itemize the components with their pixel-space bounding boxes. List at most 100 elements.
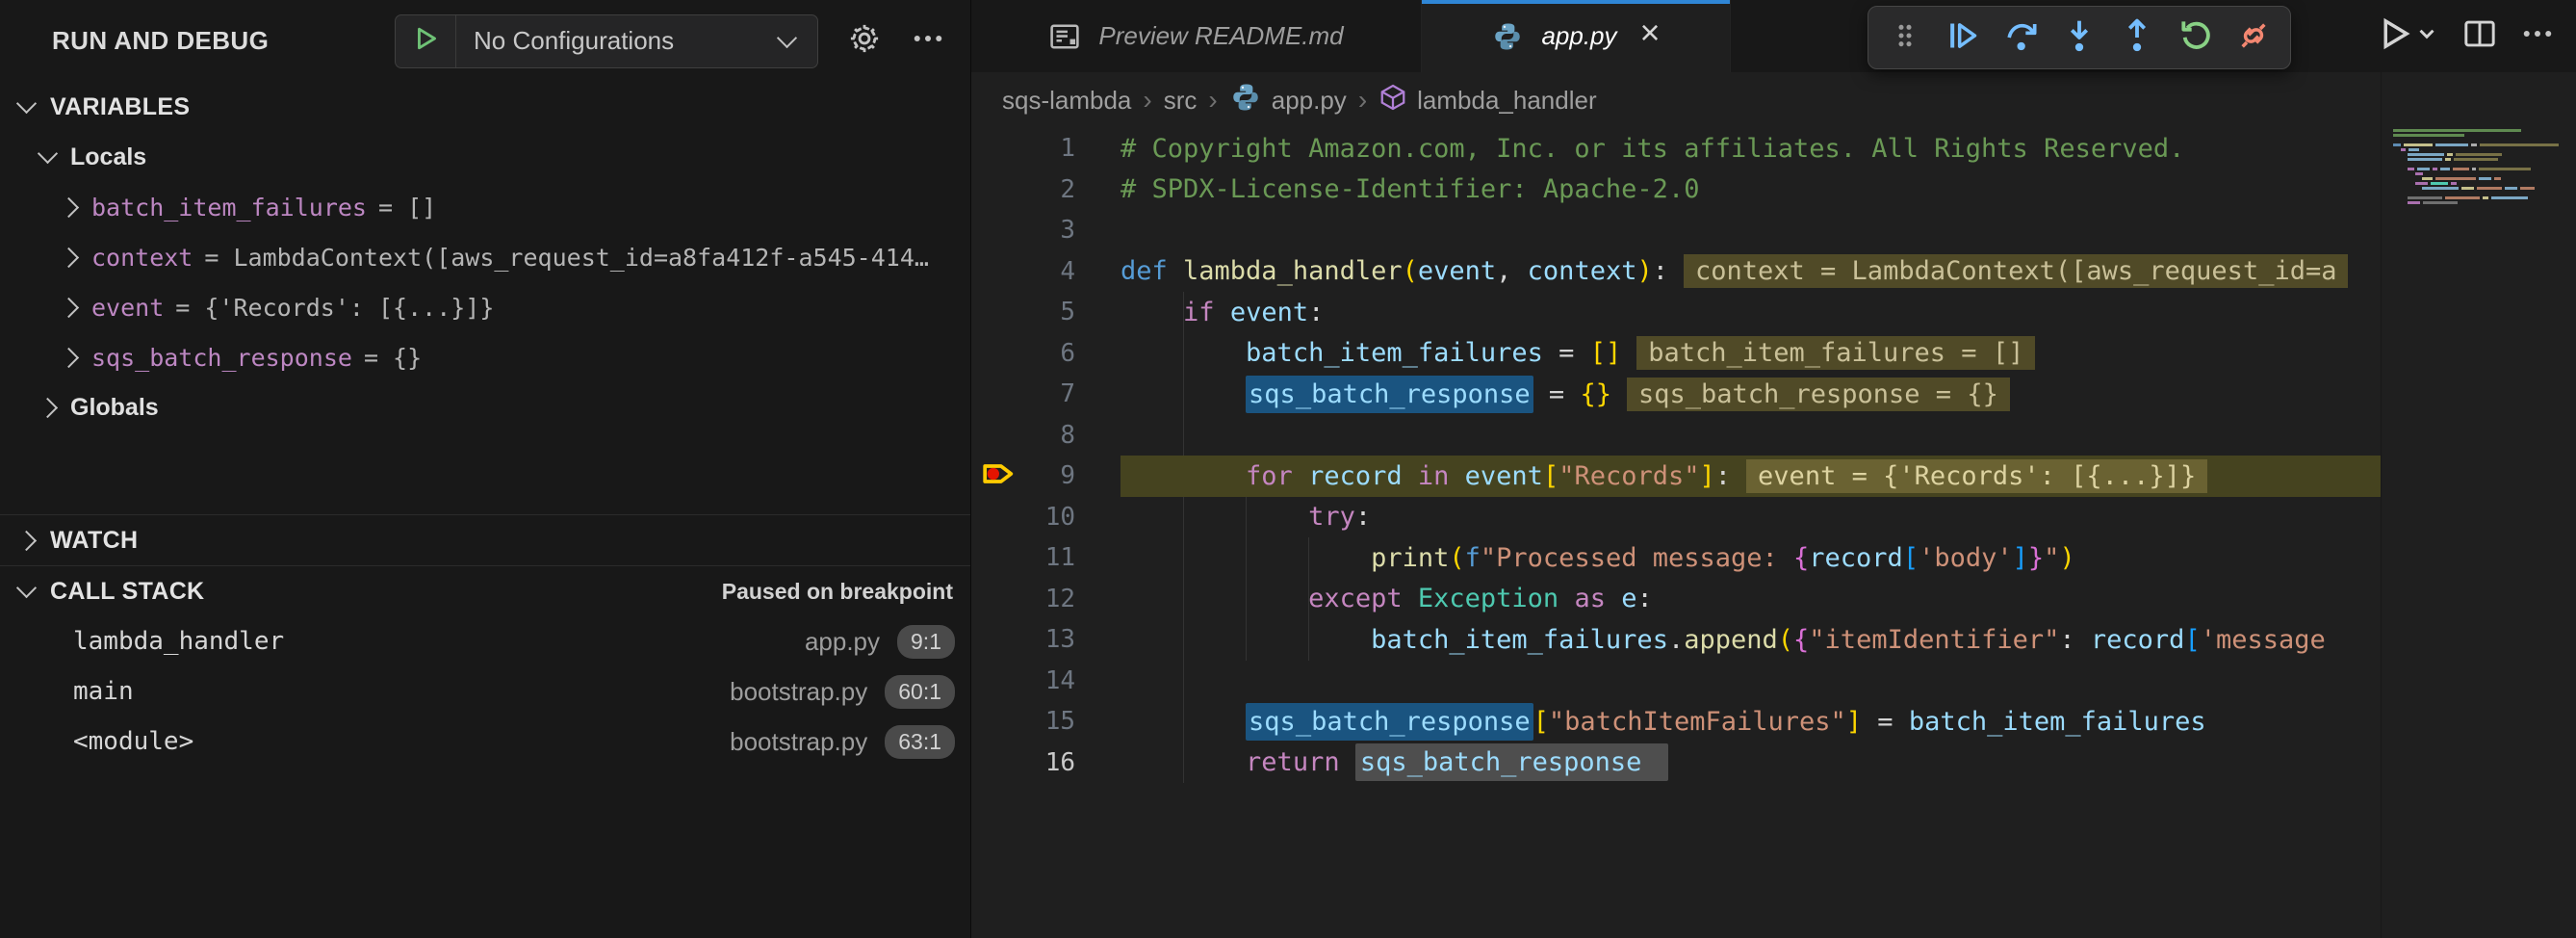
variable-row-event[interactable]: event= {'Records': [{...}]} [0, 282, 970, 332]
code-text[interactable]: for record in event["Records"]:event = {… [1075, 459, 2207, 493]
breadcrumb-item-lambda-handler[interactable]: lambda_handler [1378, 83, 1596, 118]
code-text[interactable]: def lambda_handler(event, context):conte… [1075, 254, 2348, 288]
line-number[interactable]: 2 [1027, 175, 1075, 204]
code-token: = [1543, 338, 1590, 368]
breadcrumb-item-app-py[interactable]: app.py [1229, 81, 1347, 120]
start-debugging-button[interactable] [396, 15, 456, 67]
line-number[interactable]: 13 [1027, 625, 1075, 654]
scope-row-globals[interactable]: Globals [0, 382, 970, 432]
chevron-right-icon [16, 530, 37, 550]
indent [1121, 338, 1246, 368]
code-token: : [1715, 461, 1731, 491]
code-line: 6 batch_item_failures = []batch_item_fai… [971, 333, 2381, 375]
code-text[interactable]: if event: [1075, 298, 1324, 327]
scope-row-locals[interactable]: Locals [0, 132, 970, 182]
debug-toolbar [1868, 6, 2291, 69]
code-text[interactable]: try: [1075, 502, 1371, 532]
chevron-down-icon[interactable] [2414, 21, 2439, 51]
variable-row-batch_item_failures[interactable]: batch_item_failures= [] [0, 182, 970, 232]
variable-row-context[interactable]: context= LambdaContext([aws_request_id=a… [0, 232, 970, 282]
code-text[interactable]: sqs_batch_response = {}sqs_batch_respons… [1075, 376, 2010, 413]
line-number[interactable]: 9 [1027, 461, 1075, 490]
gear-icon[interactable] [847, 21, 882, 61]
code-text[interactable]: sqs_batch_response["batchItemFailures"] … [1075, 703, 2206, 741]
minimap-segment [2431, 182, 2448, 185]
minimap-segment [2433, 168, 2437, 170]
continue-icon [1944, 16, 1982, 60]
tab-preview-readme-md[interactable]: Preview README.md [971, 0, 1422, 72]
more-actions-icon[interactable] [911, 21, 945, 61]
code-token: [ [2184, 625, 2200, 655]
close-icon[interactable]: × [1635, 21, 1661, 51]
breakpoint-gutter[interactable] [971, 454, 1027, 499]
code-text[interactable]: return sqs_batch_response [1075, 743, 1668, 781]
minimap-segment [2479, 177, 2491, 180]
tab-app-py[interactable]: app.py× [1422, 0, 1731, 72]
code-text[interactable]: print(f"Processed message: {record['body… [1075, 543, 2075, 573]
play-icon [411, 22, 440, 60]
stack-frame-row[interactable]: mainbootstrap.py60:1 [0, 666, 970, 717]
line-number[interactable]: 12 [1027, 585, 1075, 613]
split-editor-button[interactable] [2462, 16, 2497, 56]
code-text[interactable]: batch_item_failures.append({"itemIdentif… [1075, 625, 2326, 655]
variable-row-sqs_batch_response[interactable]: sqs_batch_response= {} [0, 332, 970, 382]
line-number[interactable]: 8 [1027, 421, 1075, 450]
breadcrumb-item-sqs-lambda[interactable]: sqs-lambda [1002, 86, 1131, 116]
code-token: : [2059, 625, 2091, 655]
line-number[interactable]: 1 [1027, 134, 1075, 163]
chevron-right-icon [59, 297, 79, 317]
line-number[interactable]: 11 [1027, 543, 1075, 572]
frame-position-badge: 9:1 [897, 625, 955, 659]
line-number[interactable]: 6 [1027, 339, 1075, 368]
line-number[interactable]: 16 [1027, 748, 1075, 777]
line-number[interactable]: 14 [1027, 666, 1075, 695]
code-text[interactable]: # SPDX-License-Identifier: Apache-2.0 [1075, 174, 1699, 204]
call-stack-panel: CALL STACK Paused on breakpoint lambda_h… [0, 565, 970, 767]
minimap-segment [2447, 153, 2453, 156]
breadcrumb-label: lambda_handler [1417, 86, 1596, 116]
breadcrumb-label: app.py [1272, 86, 1347, 116]
code-token: for [1246, 461, 1308, 491]
line-number[interactable]: 4 [1027, 257, 1075, 286]
variable-value: = {'Records': [{...}]} [175, 294, 494, 322]
code-token: record [1308, 461, 1403, 491]
disconnect-button[interactable] [2228, 13, 2279, 63]
breadcrumb-label: sqs-lambda [1002, 86, 1131, 116]
stack-frame-row[interactable]: <module>bootstrap.py63:1 [0, 717, 970, 767]
toolbar-drag-handle[interactable] [1880, 13, 1930, 63]
code-token: if [1183, 298, 1230, 327]
call-stack-section-header[interactable]: CALL STACK Paused on breakpoint [0, 566, 970, 616]
ellipsis-icon [2520, 16, 2555, 56]
chevron-down-icon [16, 578, 37, 598]
code-token: { [1793, 543, 1809, 573]
code-area[interactable]: 1# Copyright Amazon.com, Inc. or its aff… [971, 128, 2381, 938]
variables-section-header[interactable]: VARIABLES [0, 82, 970, 132]
breadcrumb: sqs-lambda›src›app.py›lambda_handler [971, 72, 2576, 128]
line-number[interactable]: 7 [1027, 379, 1075, 408]
run-python-file-button[interactable] [2374, 13, 2439, 59]
line-number[interactable]: 15 [1027, 707, 1075, 736]
editor-group: Preview README.mdapp.py× sqs-lambda›src›… [971, 0, 2576, 938]
variable-value: = LambdaContext([aws_request_id=a8fa412f… [204, 244, 929, 272]
code-token: [ [1903, 543, 1919, 573]
step-out-button[interactable] [2112, 13, 2162, 63]
stack-frame-row[interactable]: lambda_handlerapp.py9:1 [0, 616, 970, 666]
breadcrumb-item-src[interactable]: src [1164, 86, 1198, 116]
continue-button[interactable] [1938, 13, 1988, 63]
restart-button[interactable] [2171, 13, 2221, 63]
line-number[interactable]: 10 [1027, 503, 1075, 532]
line-number[interactable]: 3 [1027, 216, 1075, 245]
step-over-button[interactable] [1996, 13, 2047, 63]
watch-section-header[interactable]: WATCH [0, 515, 970, 565]
indent [1121, 747, 1246, 777]
code-text[interactable]: except Exception as e: [1075, 584, 1653, 613]
minimap[interactable] [2381, 72, 2576, 938]
line-number[interactable]: 5 [1027, 298, 1075, 326]
code-text[interactable]: # Copyright Amazon.com, Inc. or its affi… [1075, 134, 2184, 164]
step-into-button[interactable] [2054, 13, 2104, 63]
code-text[interactable]: batch_item_failures = []batch_item_failu… [1075, 336, 2035, 370]
code-token: ) [2059, 543, 2074, 573]
debug-config-dropdown[interactable]: No Configurations [395, 14, 818, 68]
code-token: batch_item_failures [1371, 625, 1668, 655]
editor-more-actions-button[interactable] [2520, 16, 2555, 56]
